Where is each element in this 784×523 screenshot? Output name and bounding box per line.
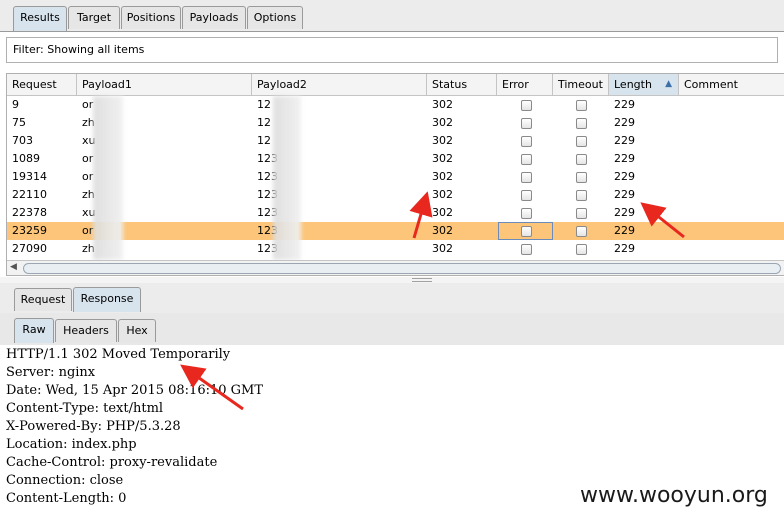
results-table: Request Payload1 Payload2 Status Error T… xyxy=(6,73,784,276)
cell-request: 9 xyxy=(12,98,19,111)
table-row[interactable]: 75 zh 12 302 229 xyxy=(7,114,784,132)
cell-status: 302 xyxy=(432,116,453,129)
response-line: Server: nginx xyxy=(6,365,96,380)
cell-request: 75 xyxy=(12,116,26,129)
cell-length: 229 xyxy=(614,98,635,111)
cell-request: 27090 xyxy=(12,242,47,255)
timeout-checkbox[interactable] xyxy=(576,172,587,183)
error-checkbox[interactable] xyxy=(521,136,532,147)
cell-length: 229 xyxy=(614,224,635,237)
scroll-left-icon[interactable]: ◀ xyxy=(10,262,17,272)
column-header-payload2[interactable]: Payload2 xyxy=(252,74,427,95)
tab-target[interactable]: Target xyxy=(68,6,120,29)
tab-results[interactable]: Results xyxy=(13,6,67,31)
splitter-grip-icon[interactable] xyxy=(412,278,432,282)
cell-request: 19314 xyxy=(12,170,47,183)
tab-response[interactable]: Response xyxy=(73,287,141,312)
cell-length: 229 xyxy=(614,206,635,219)
column-header-error[interactable]: Error xyxy=(497,74,553,95)
error-checkbox[interactable] xyxy=(521,118,532,129)
cell-status: 302 xyxy=(432,242,453,255)
timeout-checkbox[interactable] xyxy=(576,208,587,219)
cell-length: 229 xyxy=(614,116,635,129)
error-checkbox[interactable] xyxy=(521,100,532,111)
redaction-blur xyxy=(273,96,301,260)
tab-hex[interactable]: Hex xyxy=(118,319,156,342)
table-row[interactable]: 22110 zh 123 302 229 xyxy=(7,186,784,204)
cell-length: 229 xyxy=(614,242,635,255)
table-row[interactable]: 9 or 12 302 229 xyxy=(7,96,784,114)
table-row[interactable]: 703 xu 12 302 229 xyxy=(7,132,784,150)
cell-request: 703 xyxy=(12,134,33,147)
table-row[interactable]: 19314 or 123 302 229 xyxy=(7,168,784,186)
error-checkbox[interactable] xyxy=(521,244,532,255)
error-checkbox[interactable] xyxy=(521,208,532,219)
response-line: HTTP/1.1 302 Moved Temporarily xyxy=(6,347,231,362)
error-checkbox[interactable] xyxy=(521,172,532,183)
response-line: Content-Type: text/html xyxy=(6,401,164,416)
column-header-payload1[interactable]: Payload1 xyxy=(77,74,252,95)
timeout-checkbox[interactable] xyxy=(576,136,587,147)
cell-status: 302 xyxy=(432,152,453,165)
column-header-request[interactable]: Request xyxy=(7,74,77,95)
timeout-checkbox[interactable] xyxy=(576,154,587,165)
column-header-comment[interactable]: Comment xyxy=(679,74,784,95)
horizontal-scrollbar[interactable]: ◀ xyxy=(7,260,784,275)
table-row[interactable]: 23259 or 123 302 229 xyxy=(7,222,784,240)
cell-status: 302 xyxy=(432,134,453,147)
cell-request: 23259 xyxy=(12,224,47,237)
cell-status: 302 xyxy=(432,170,453,183)
cell-status: 302 xyxy=(432,98,453,111)
filter-label: Filter: xyxy=(13,43,44,56)
cell-length: 229 xyxy=(614,188,635,201)
table-row[interactable]: 27090 zh 123 302 229 xyxy=(7,240,784,258)
tab-payloads[interactable]: Payloads xyxy=(182,6,246,29)
tab-raw[interactable]: Raw xyxy=(14,318,54,343)
timeout-checkbox[interactable] xyxy=(576,118,587,129)
cell-status: 302 xyxy=(432,188,453,201)
table-row[interactable]: 1089 or 123 302 229 xyxy=(7,150,784,168)
scrollbar-thumb[interactable] xyxy=(23,263,781,274)
cell-request: 22378 xyxy=(12,206,47,219)
filter-bar[interactable]: Filter: Showing all items xyxy=(6,37,778,63)
column-header-timeout[interactable]: Timeout xyxy=(553,74,609,95)
cell-request: 1089 xyxy=(12,152,40,165)
response-line: Connection: close xyxy=(6,473,124,488)
watermark: www.wooyun.org xyxy=(580,483,768,508)
cell-length: 229 xyxy=(614,152,635,165)
column-header-length[interactable]: Length ▲ xyxy=(609,74,679,95)
timeout-checkbox[interactable] xyxy=(576,190,587,201)
response-line: Date: Wed, 15 Apr 2015 08:16:10 GMT xyxy=(6,383,264,398)
filter-text: Showing all items xyxy=(47,43,145,56)
timeout-checkbox[interactable] xyxy=(576,100,587,111)
top-tab-bar: Results Target Positions Payloads Option… xyxy=(0,0,784,32)
table-row[interactable]: 22378 xu 123 302 229 xyxy=(7,204,784,222)
cell-status: 302 xyxy=(432,206,453,219)
table-header: Request Payload1 Payload2 Status Error T… xyxy=(7,74,784,96)
error-checkbox[interactable] xyxy=(521,154,532,165)
cell-length: 229 xyxy=(614,134,635,147)
column-header-length-label: Length xyxy=(614,78,652,91)
timeout-checkbox[interactable] xyxy=(576,226,587,237)
timeout-checkbox[interactable] xyxy=(576,244,587,255)
tab-request[interactable]: Request xyxy=(14,288,72,311)
view-tab-bar: Raw Headers Hex xyxy=(0,313,784,346)
error-checkbox[interactable] xyxy=(521,190,532,201)
tab-options[interactable]: Options xyxy=(247,6,303,29)
cell-length: 229 xyxy=(614,170,635,183)
tab-positions[interactable]: Positions xyxy=(121,6,181,29)
cell-request: 22110 xyxy=(12,188,47,201)
response-line: Content-Length: 0 xyxy=(6,491,127,506)
response-line: Location: index.php xyxy=(6,437,137,452)
column-header-status[interactable]: Status xyxy=(427,74,497,95)
tab-headers[interactable]: Headers xyxy=(55,319,117,342)
cell-status: 302 xyxy=(432,224,453,237)
response-line: Cache-Control: proxy-revalidate xyxy=(6,455,218,470)
sort-ascending-icon: ▲ xyxy=(665,79,672,89)
redaction-blur xyxy=(93,96,123,260)
message-tab-bar: Request Response xyxy=(0,283,784,314)
focused-cell xyxy=(498,222,553,240)
response-line: X-Powered-By: PHP/5.3.28 xyxy=(6,419,181,434)
